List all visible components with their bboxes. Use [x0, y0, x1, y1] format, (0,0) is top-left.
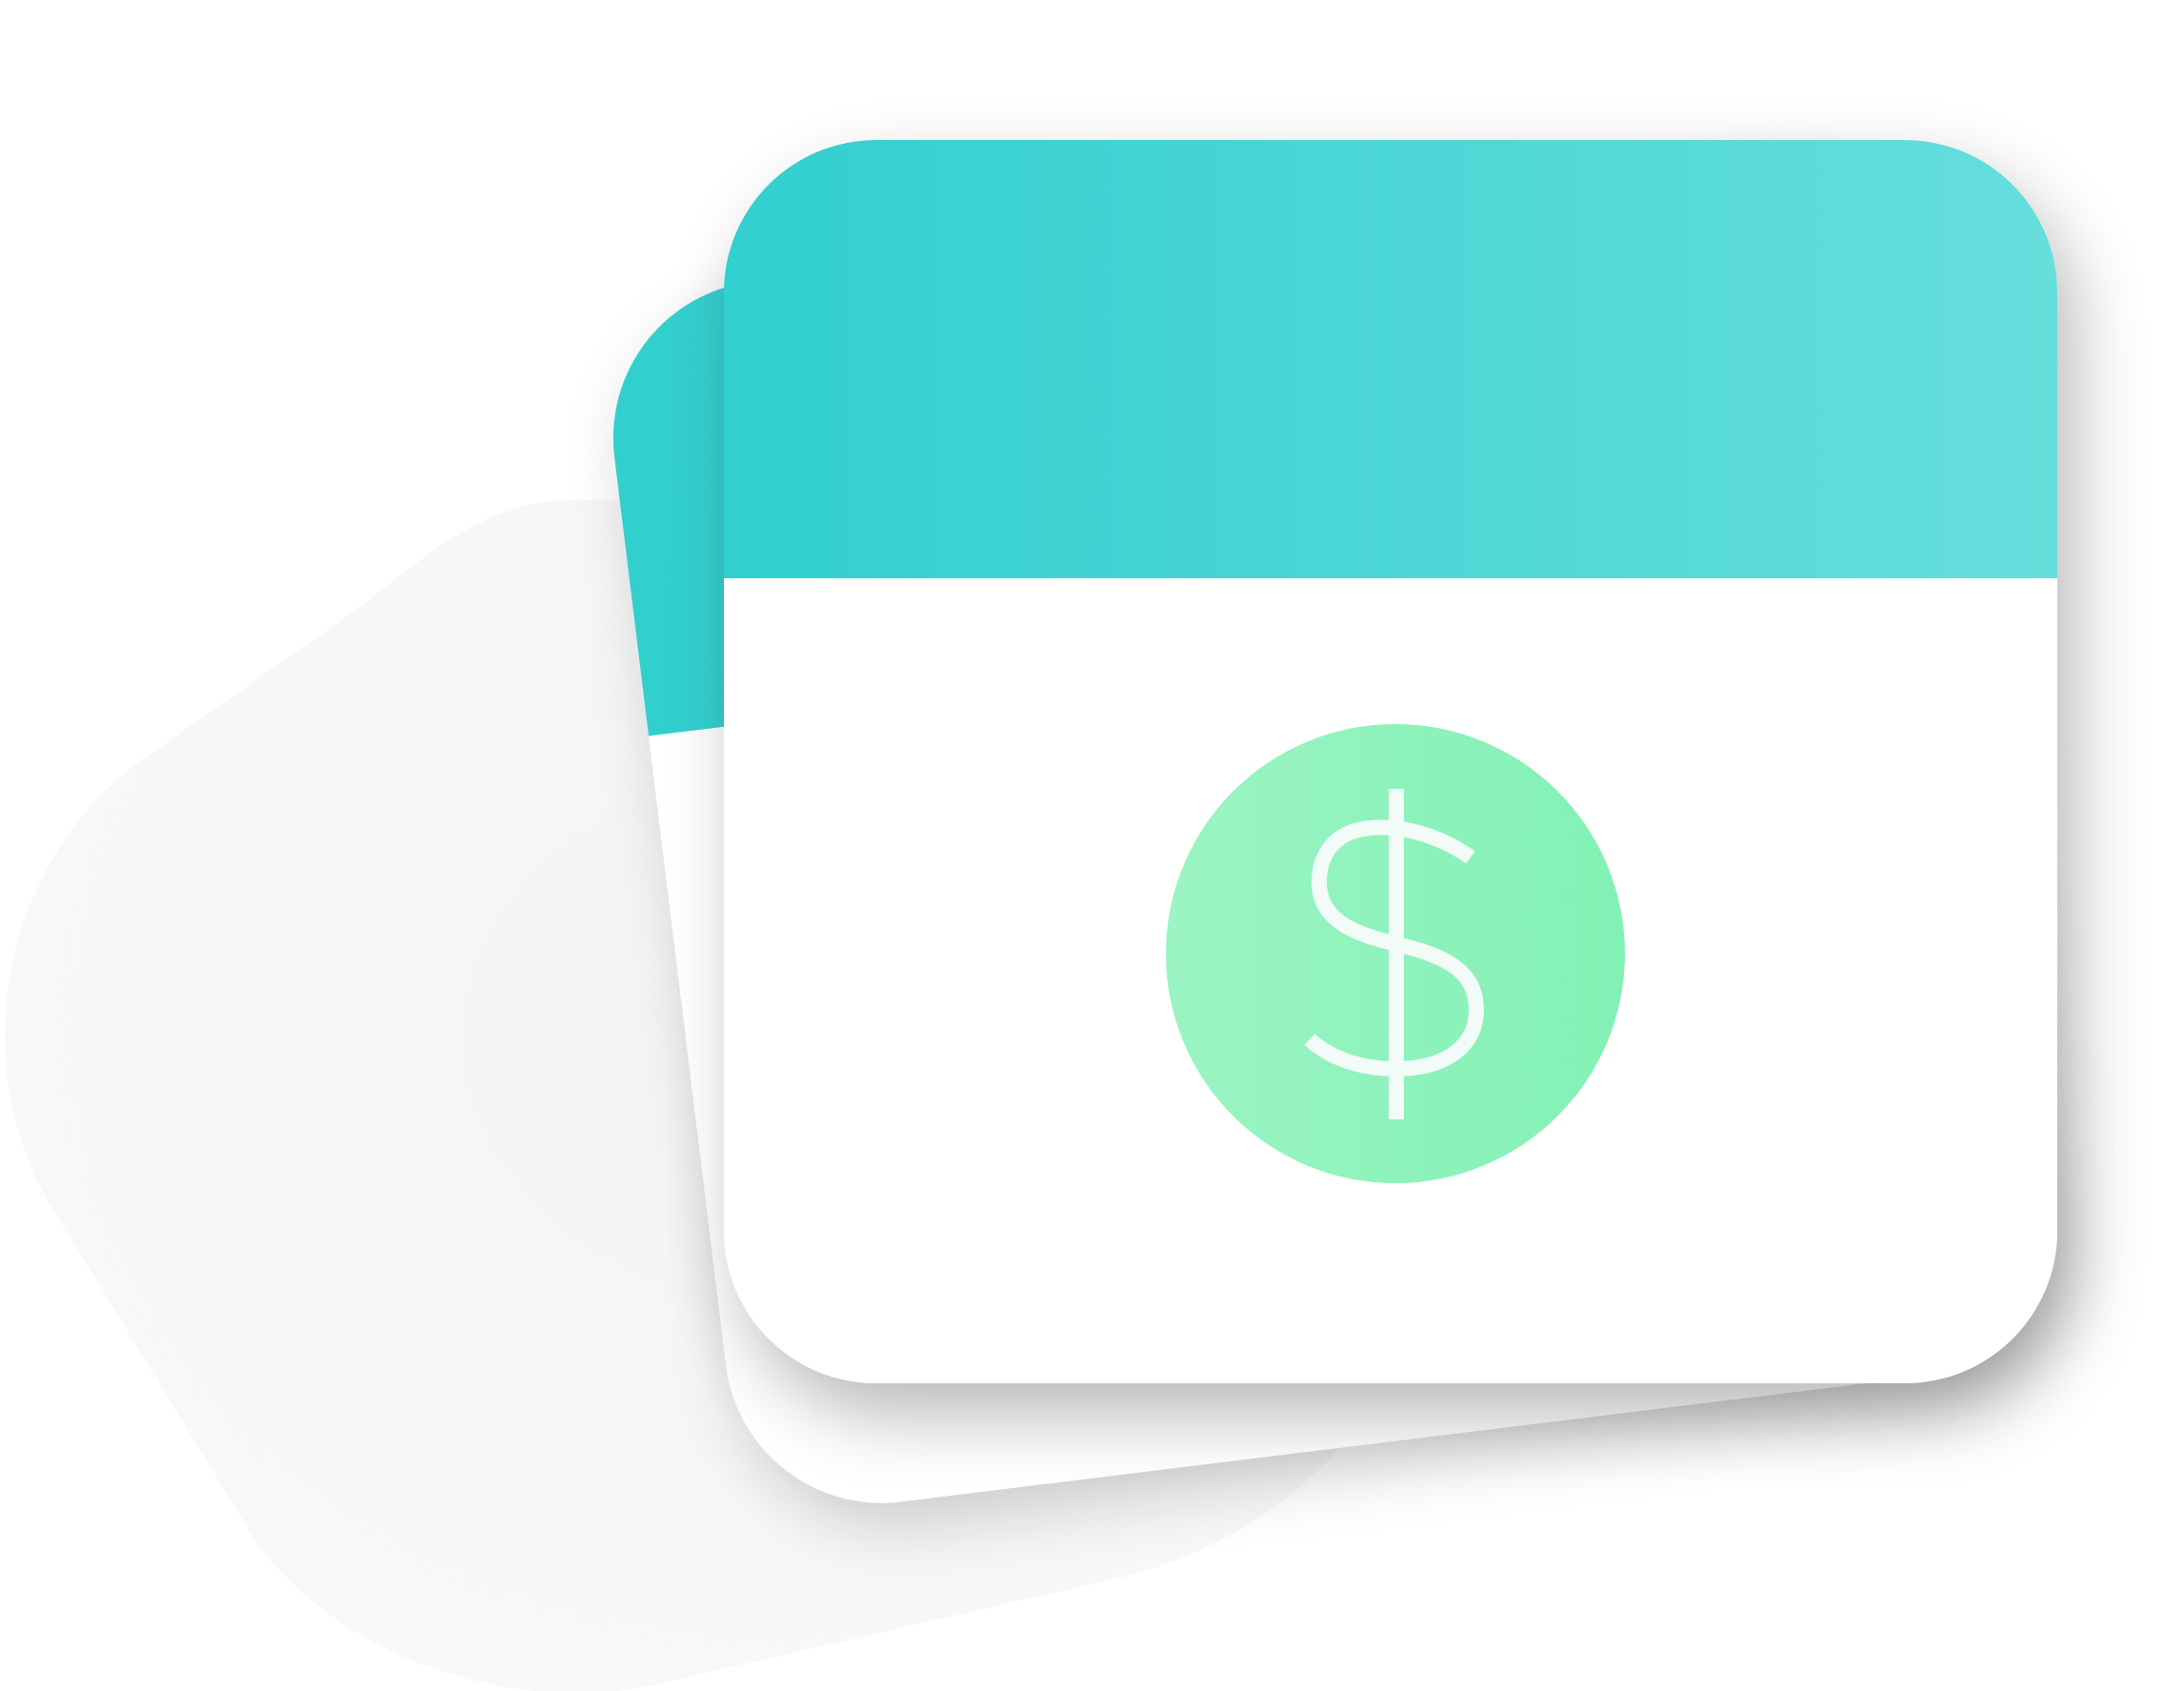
dollar-coin-icon: [1166, 724, 1625, 1183]
illustration-canvas: $: [0, 0, 2184, 1691]
calendar-header-band: [724, 140, 2057, 578]
calendar-payment-illustration: $: [0, 0, 2069, 1691]
dollar-symbol: $: [0, 0, 1, 1]
